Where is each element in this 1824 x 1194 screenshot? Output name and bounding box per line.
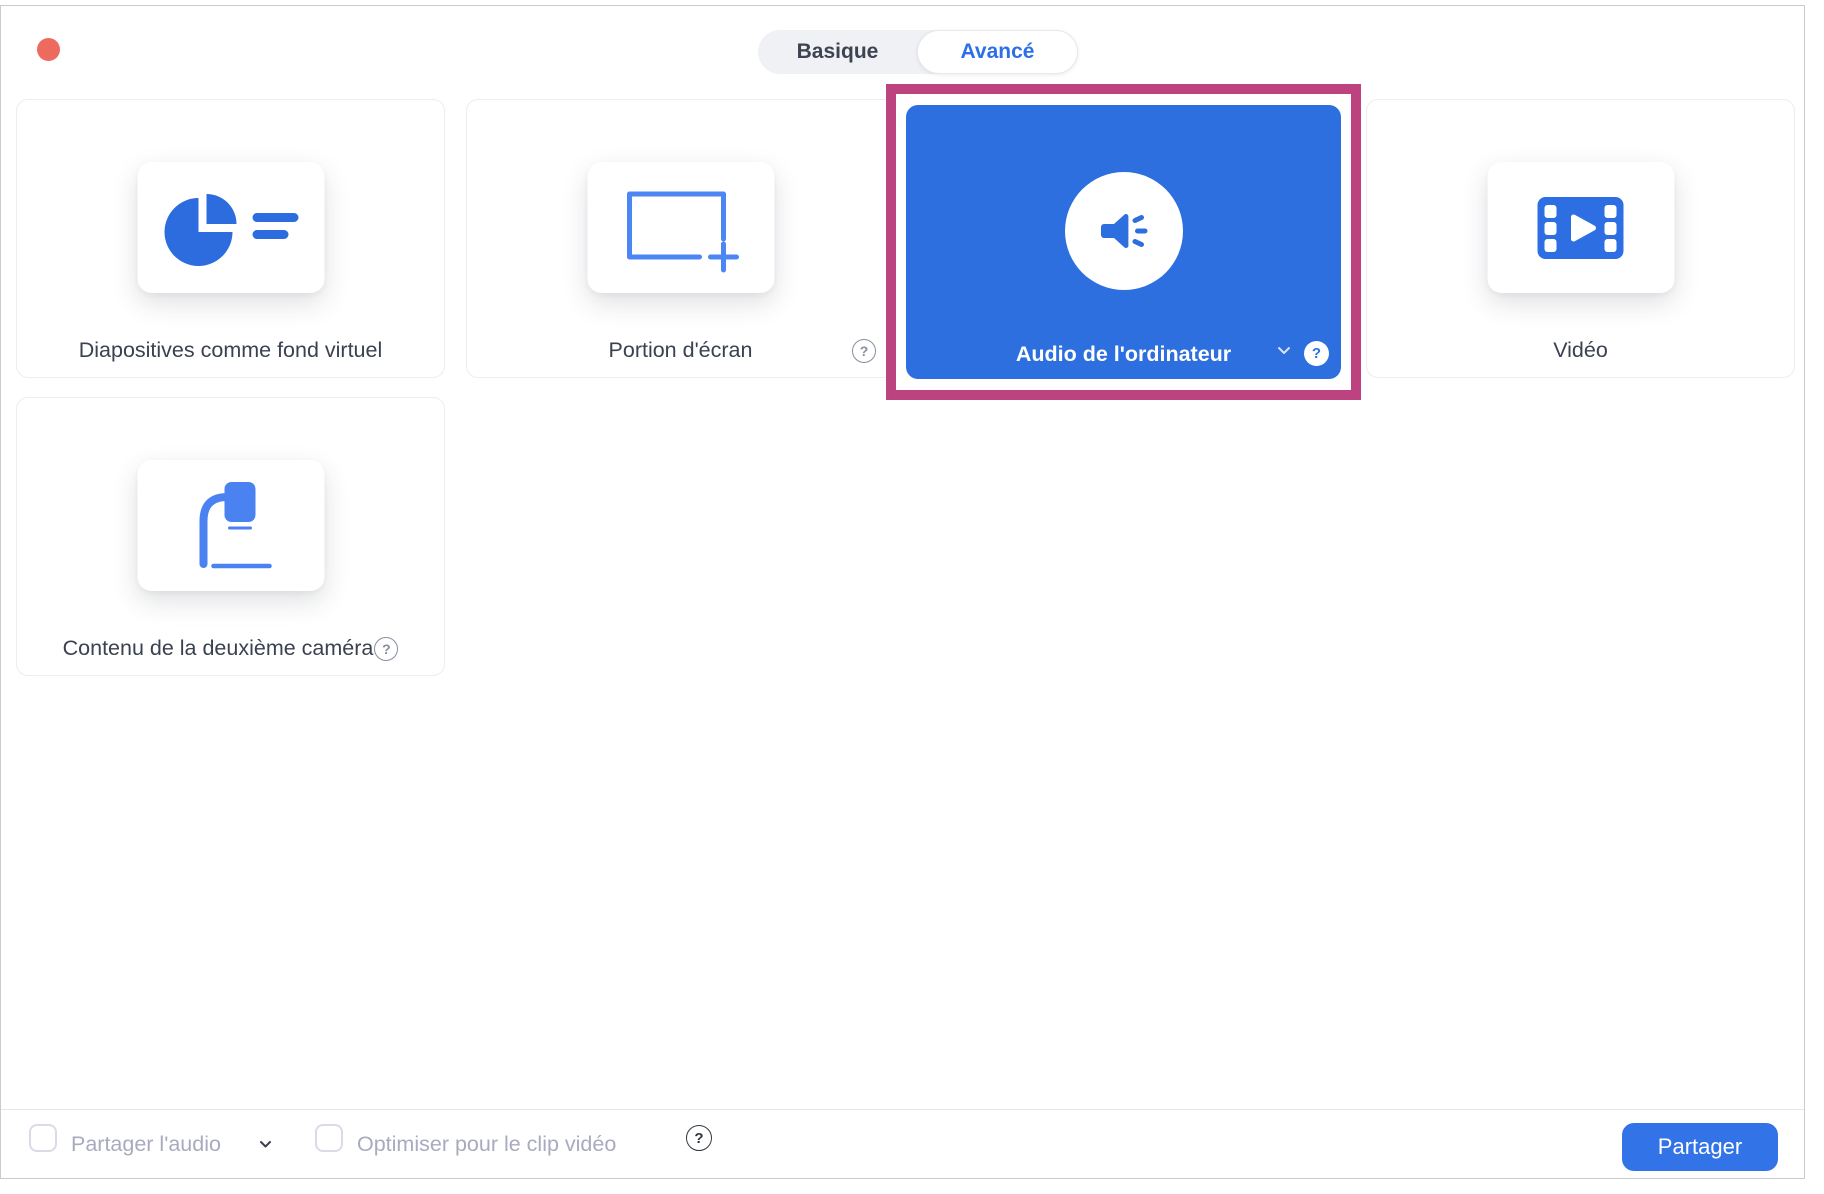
video-icon-card xyxy=(1487,162,1674,293)
screen-portion-icon xyxy=(620,182,742,274)
share-audio-label: Partager l'audio xyxy=(71,1110,221,1178)
share-screen-window: Basique Avancé Diapositives comme fond v… xyxy=(0,5,1805,1179)
speaker-icon xyxy=(1095,202,1153,260)
audio-help-icon[interactable]: ? xyxy=(1304,341,1329,366)
share-mode-tabs: Basique Avancé xyxy=(758,30,1078,74)
pie-chart-icon xyxy=(161,182,301,274)
screen-portion-icon-card xyxy=(587,162,774,293)
tab-basic[interactable]: Basique xyxy=(758,30,917,74)
optimize-video-label: Optimiser pour le clip vidéo xyxy=(357,1110,616,1178)
document-camera-icon xyxy=(176,478,286,574)
audio-icon-circle xyxy=(1065,172,1183,290)
tile-screen-portion[interactable]: Portion d'écran ? xyxy=(466,99,895,378)
tab-advanced[interactable]: Avancé xyxy=(917,30,1078,74)
portion-help-icon[interactable]: ? xyxy=(852,339,876,363)
footer-help-icon[interactable]: ? xyxy=(686,1125,712,1151)
tab-advanced-label: Avancé xyxy=(961,40,1035,64)
film-strip-icon xyxy=(1538,197,1624,259)
tile-video-label: Vidéo xyxy=(1553,338,1608,363)
share-button[interactable]: Partager xyxy=(1622,1123,1778,1171)
tile-audio-label: Audio de l'ordinateur xyxy=(1016,342,1231,367)
footer-bar: Partager l'audio Optimiser pour le clip … xyxy=(1,1109,1804,1178)
share-audio-chevron-icon[interactable] xyxy=(259,1136,272,1154)
slides-icon-card xyxy=(137,162,324,293)
second-camera-icon-card xyxy=(137,460,324,591)
optimize-video-checkbox[interactable] xyxy=(315,1124,343,1152)
share-audio-checkbox[interactable] xyxy=(29,1124,57,1152)
tile-slides-virtual-background[interactable]: Diapositives comme fond virtuel xyxy=(16,99,445,378)
tile-portion-label: Portion d'écran xyxy=(609,338,753,363)
tile-second-camera-label: Contenu de la deuxième caméra xyxy=(63,636,374,661)
tile-slides-label: Diapositives comme fond virtuel xyxy=(79,338,383,363)
audio-dropdown-chevron-icon[interactable] xyxy=(1277,342,1291,360)
tab-basic-label: Basique xyxy=(797,40,879,64)
second-camera-help-icon[interactable]: ? xyxy=(374,637,398,661)
tile-second-camera[interactable]: Contenu de la deuxième caméra ? xyxy=(16,397,445,676)
tile-computer-audio-selected[interactable]: Audio de l'ordinateur ? xyxy=(906,105,1341,379)
tile-video[interactable]: Vidéo xyxy=(1366,99,1795,378)
window-close-button[interactable] xyxy=(37,38,60,61)
